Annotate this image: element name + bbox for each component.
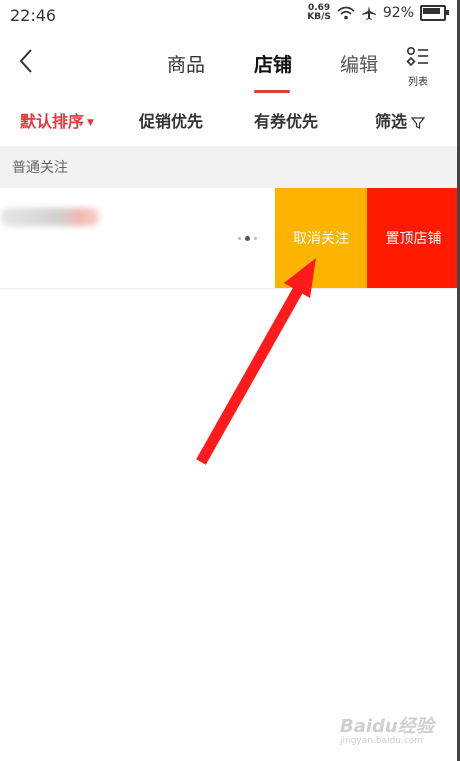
filter-default-sort-label: 默认排序 xyxy=(20,112,85,131)
watermark-brand: Baidu经验 xyxy=(340,716,434,737)
section-title: 普通关注 xyxy=(12,160,68,176)
tab-products[interactable]: 商品 xyxy=(167,50,205,77)
chevron-left-icon xyxy=(19,49,32,73)
baidu-watermark-logo: Baidu经验 jingyan.baidu.com xyxy=(340,712,434,746)
active-tab-indicator xyxy=(254,90,290,93)
tab-edit[interactable]: 编辑 xyxy=(340,50,378,77)
funnel-icon xyxy=(411,116,426,129)
status-time: 22:46 xyxy=(10,6,57,25)
filter-screen-label: 筛选 xyxy=(375,112,408,131)
network-speed-unit: KB/S xyxy=(307,12,331,22)
pin-shop-button[interactable]: 置顶店铺 xyxy=(367,188,460,288)
list-view-label: 列表 xyxy=(408,77,428,88)
shop-name-blurred xyxy=(0,208,100,226)
list-view-toggle[interactable]: 列表 xyxy=(400,46,436,88)
wifi-icon xyxy=(337,6,355,20)
more-options-icon[interactable] xyxy=(238,236,257,241)
top-nav: 商品 店铺 编辑 列表 xyxy=(0,40,460,93)
unfollow-button[interactable]: 取消关注 xyxy=(275,188,367,288)
filter-default-sort[interactable]: 默认排序 ▼ xyxy=(20,108,94,132)
followed-shop-row[interactable]: 取消关注 置顶店铺 xyxy=(0,188,460,289)
filter-bar: 默认排序 ▼ 促销优先 有券优先 筛选 xyxy=(0,104,460,140)
tab-shops[interactable]: 店铺 xyxy=(254,50,292,77)
caret-down-icon: ▼ xyxy=(87,117,94,128)
filter-coupon-first[interactable]: 有券优先 xyxy=(254,108,318,132)
back-button[interactable] xyxy=(18,46,34,84)
airplane-mode-icon xyxy=(361,6,376,20)
filter-screen[interactable]: 筛选 xyxy=(375,108,426,132)
status-bar: 22:46 0.69 KB/S 92% xyxy=(0,0,460,32)
status-icons: 0.69 KB/S 92% xyxy=(307,4,449,22)
battery-percent: 92% xyxy=(382,5,414,21)
list-view-icon xyxy=(406,46,428,67)
watermark-url: jingyan.baidu.com xyxy=(340,736,424,746)
section-header: 普通关注 xyxy=(0,146,460,188)
network-speed: 0.69 KB/S xyxy=(307,4,331,22)
battery-icon xyxy=(420,5,449,21)
filter-promotion-first[interactable]: 促销优先 xyxy=(139,108,203,132)
